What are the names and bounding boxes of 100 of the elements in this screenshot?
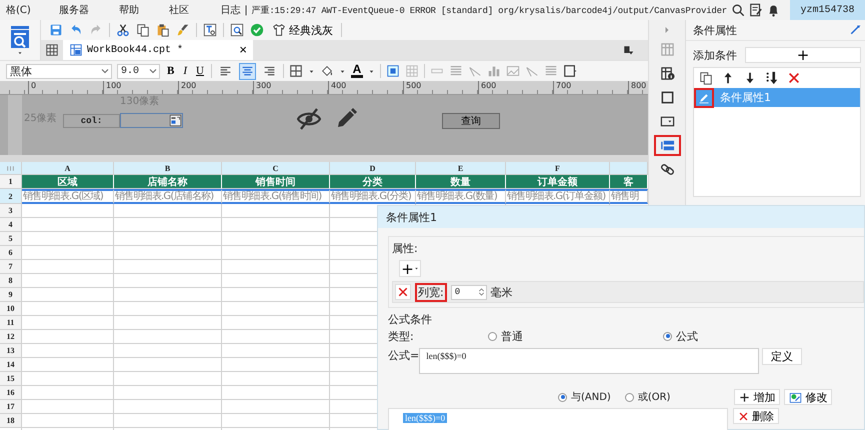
- log-label[interactable]: 日志: [220, 3, 240, 17]
- caret-icon[interactable]: [338, 68, 346, 74]
- row-number[interactable]: 15: [0, 372, 22, 386]
- caret-icon[interactable]: [368, 68, 375, 74]
- info-grid-icon[interactable]: [660, 66, 674, 81]
- radio-option[interactable]: 普通: [488, 328, 523, 344]
- notes-icon[interactable]: [749, 3, 763, 17]
- add-property-button[interactable]: +: [399, 260, 421, 277]
- add-condition-button[interactable]: +: [745, 47, 861, 63]
- ruler-label: 600: [478, 81, 553, 94]
- underline-button[interactable]: U: [194, 63, 206, 79]
- menu-item[interactable]: 格(C): [6, 3, 31, 17]
- link-icon[interactable]: [660, 162, 674, 177]
- column-header[interactable]: E: [416, 162, 506, 175]
- delete-button[interactable]: 删除: [733, 408, 779, 424]
- row-number[interactable]: 6: [0, 246, 22, 260]
- row-number[interactable]: 17: [0, 400, 22, 414]
- condition-icon[interactable]: [660, 138, 674, 153]
- delete-icon[interactable]: [787, 71, 801, 85]
- eye-slash-icon[interactable]: [297, 107, 321, 131]
- row-number[interactable]: 16: [0, 386, 22, 400]
- vertical-ruler: [8, 95, 22, 155]
- row-number[interactable]: 18: [0, 414, 22, 428]
- row-number[interactable]: 10: [0, 302, 22, 316]
- row-number[interactable]: 9: [0, 288, 22, 302]
- theme-button[interactable]: 经典浅灰: [270, 22, 335, 38]
- font-select[interactable]: 黑体: [6, 64, 112, 78]
- save-icon[interactable]: [49, 23, 63, 37]
- column-header[interactable]: A: [22, 162, 114, 175]
- dropdown-box-icon[interactable]: [660, 114, 674, 129]
- align-button[interactable]: [238, 62, 256, 80]
- row-number[interactable]: 4: [0, 218, 22, 232]
- copy-icon[interactable]: [699, 71, 713, 85]
- radio-option[interactable]: 与(AND): [558, 390, 611, 404]
- modify-button[interactable]: 修改: [784, 389, 832, 405]
- row-number[interactable]: 3: [0, 204, 22, 218]
- table-cell: 销售明细表.G(分类): [330, 189, 416, 204]
- number-field[interactable]: 0: [450, 284, 487, 300]
- cell-image-icon[interactable]: [386, 64, 400, 78]
- row-number[interactable]: 13: [0, 344, 22, 358]
- caret-icon[interactable]: [17, 50, 23, 56]
- edit-icon[interactable]: [698, 92, 710, 104]
- bold-button[interactable]: B: [165, 63, 176, 79]
- caret-icon[interactable]: [308, 68, 315, 74]
- formula-field[interactable]: len($$$)=0: [419, 348, 760, 374]
- frame-icon[interactable]: [660, 90, 674, 105]
- bell-icon[interactable]: [767, 4, 780, 16]
- grid-icon[interactable]: [45, 43, 59, 57]
- row-number[interactable]: 8: [0, 274, 22, 288]
- add-condition-label: 添加条件: [693, 48, 737, 62]
- radio-option[interactable]: 公式: [663, 328, 698, 344]
- brush-icon[interactable]: [176, 23, 190, 37]
- font-size-select[interactable]: 9.0: [117, 64, 160, 78]
- row-number[interactable]: 5: [0, 232, 22, 246]
- table-cell: 销售明: [610, 189, 648, 204]
- check-circle-icon[interactable]: [250, 23, 264, 37]
- menu-item[interactable]: 社区: [168, 3, 189, 17]
- check-icon[interactable]: [849, 24, 861, 36]
- table-header-cell: 销售时间: [222, 175, 330, 189]
- row-number[interactable]: 12: [0, 330, 22, 344]
- unit-label: 毫米: [490, 284, 513, 300]
- user-name[interactable]: yzm154738: [790, 0, 865, 20]
- column-header[interactable]: B: [114, 162, 222, 175]
- define-button[interactable]: 定义: [762, 348, 802, 365]
- border-icon[interactable]: [288, 64, 303, 78]
- move-bottom-icon[interactable]: [765, 71, 779, 85]
- cut-icon[interactable]: [116, 23, 130, 37]
- row-number[interactable]: 14: [0, 358, 22, 372]
- radio-option[interactable]: 或(OR): [624, 390, 670, 404]
- document-search-icon[interactable]: [8, 24, 32, 50]
- menu-item[interactable]: 服务器: [58, 3, 89, 17]
- search-icon[interactable]: [731, 3, 745, 17]
- text-preview-icon[interactable]: [203, 23, 217, 37]
- preview-icon[interactable]: [230, 23, 244, 37]
- table-header-cell: 数量: [416, 175, 506, 189]
- copy-icon[interactable]: [136, 23, 150, 37]
- font-color-button[interactable]: A: [350, 64, 363, 78]
- log-separator: |: [244, 4, 248, 16]
- italic-button[interactable]: I: [181, 63, 190, 79]
- column-header[interactable]: D: [330, 162, 416, 175]
- fill-bucket-icon[interactable]: [320, 64, 334, 78]
- column-header[interactable]: C: [222, 162, 330, 175]
- tab-menu-icon[interactable]: [622, 44, 634, 56]
- undo-icon[interactable]: [69, 23, 83, 37]
- log-message: 严重:15:29:47 AWT-EventQueue-0 ERROR [standard] org/krysalis/barcode4j/output/CanvasProvider: [252, 4, 727, 16]
- table-cell: 销售明细表.G(数量): [416, 189, 506, 204]
- file-tab[interactable]: WorkBook44.cpt * ×: [63, 40, 253, 60]
- query-button[interactable]: 查询: [442, 113, 500, 129]
- row-number[interactable]: 11: [0, 316, 22, 330]
- table-cell: 销售明细表.G(区域): [22, 189, 114, 204]
- row-number[interactable]: 1: [0, 175, 22, 189]
- row-number[interactable]: 7: [0, 260, 22, 274]
- menu-item[interactable]: 帮助: [118, 3, 139, 17]
- row-number[interactable]: 2: [0, 189, 22, 204]
- remove-property-button[interactable]: [395, 284, 411, 300]
- add-button[interactable]: 增加: [734, 389, 780, 405]
- column-header[interactable]: F: [506, 162, 610, 175]
- input-field[interactable]: [120, 113, 183, 128]
- paste-icon[interactable]: [156, 23, 170, 37]
- frame-icon[interactable]: [562, 64, 577, 78]
